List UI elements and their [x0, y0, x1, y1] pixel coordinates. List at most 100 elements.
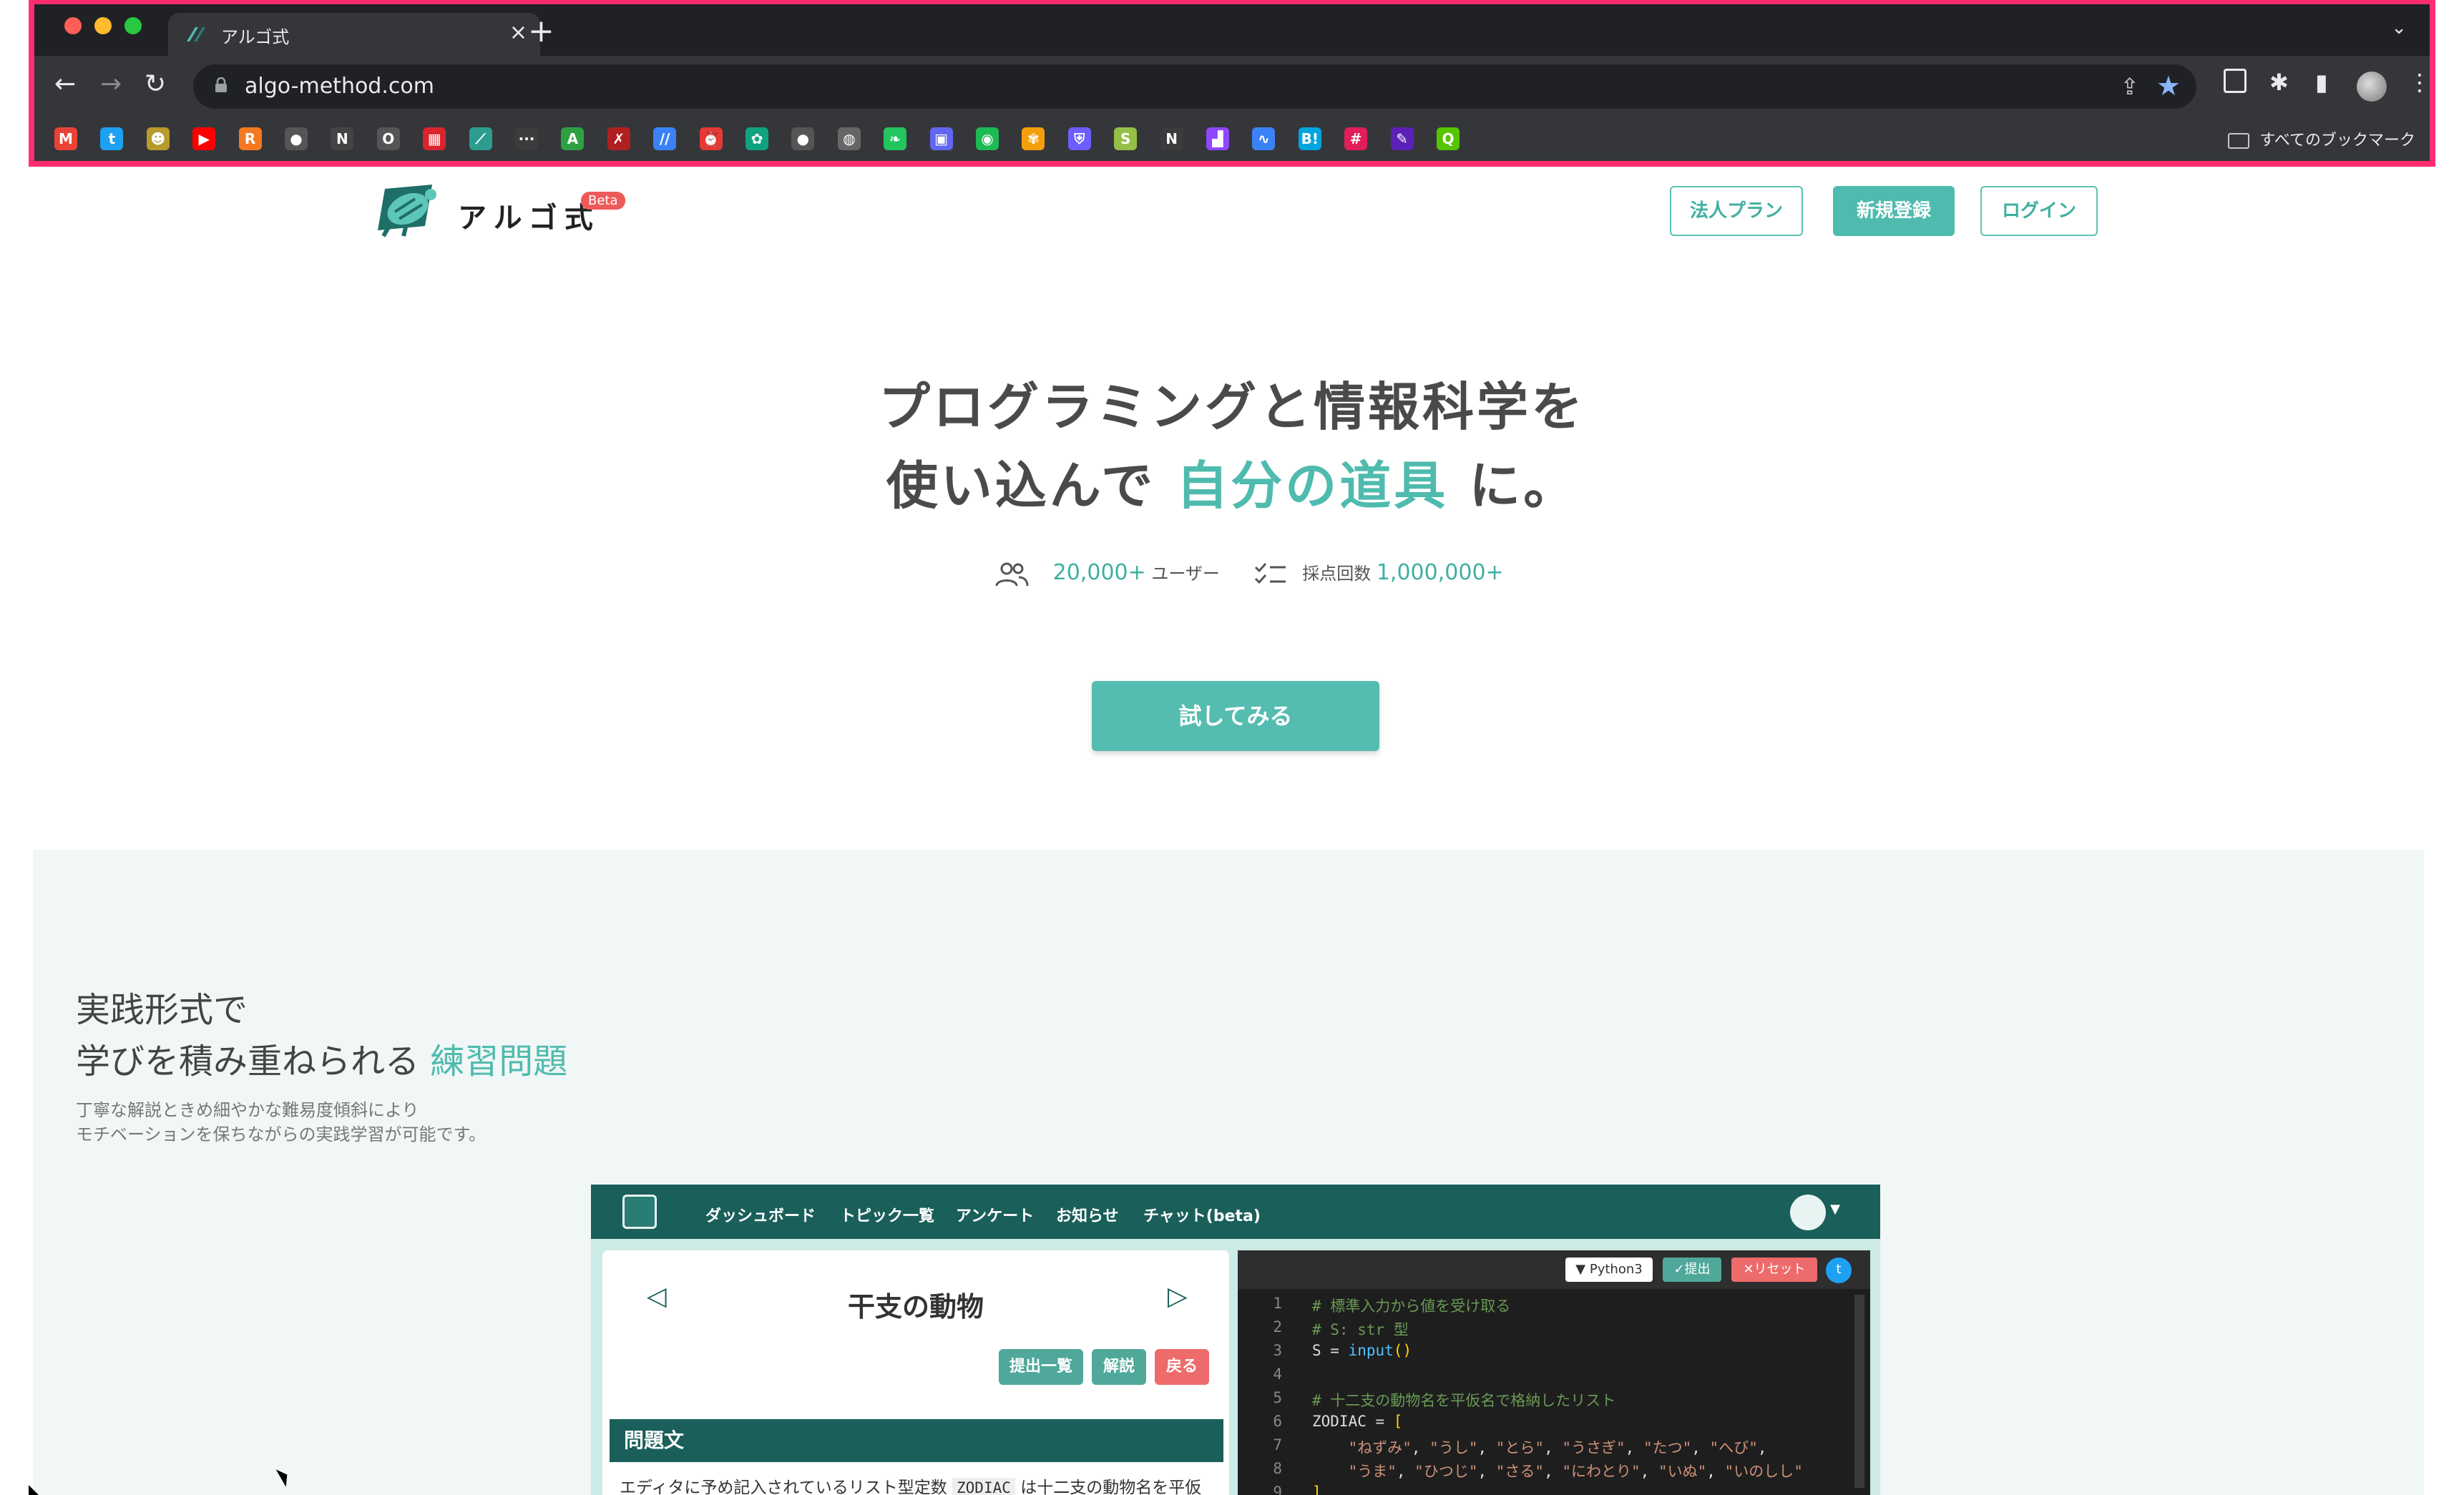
back-button: 戻る: [1155, 1349, 1209, 1385]
line-number: 4: [1273, 1366, 1282, 1383]
feature-heading-accent: 練習問題: [430, 1041, 568, 1082]
feature-heading-line2: 学びを積み重ねられる 練習問題: [76, 1033, 567, 1083]
globe-icon[interactable]: ◍: [837, 127, 861, 150]
beta-badge: Beta: [581, 192, 625, 210]
spotify-icon[interactable]: ◉: [976, 127, 999, 150]
o-icon[interactable]: O: [376, 127, 400, 150]
twitch-icon[interactable]: ▟: [1206, 127, 1229, 150]
feature-heading-line1: 実践形式で: [76, 990, 248, 1030]
code-line: "ねずみ", "うし", "とら", "うさぎ", "たつ", "へび",: [1348, 1439, 1767, 1456]
alarm-icon[interactable]: ⏰: [699, 127, 723, 150]
feature-description-line2: モチベーションを保ちながらの実践学習が可能です。: [76, 1124, 487, 1144]
turtle-logo-icon: [378, 185, 436, 237]
hero-line2-post: に。: [1469, 456, 1578, 516]
try-it-button[interactable]: 試してみる: [1092, 681, 1379, 751]
new-tab-button[interactable]: +: [528, 10, 554, 53]
editor-submit-button: ✓提出: [1663, 1258, 1721, 1282]
app-nav-chat: チャット(beta): [1143, 1207, 1261, 1225]
code-line: ]: [1312, 1484, 1321, 1495]
shopify-icon[interactable]: S: [1114, 127, 1138, 150]
code-line: "うま", "ひつじ", "さる", "にわとり", "いぬ", "いのしし": [1348, 1463, 1803, 1480]
x-icon[interactable]: ✗: [607, 127, 630, 150]
language-select: ▼ Python3: [1565, 1258, 1653, 1282]
line-number: 7: [1273, 1436, 1282, 1454]
github2-icon[interactable]: ●: [791, 127, 815, 150]
github-icon[interactable]: ●: [285, 127, 308, 150]
login-button[interactable]: ログイン: [1980, 186, 2098, 236]
close-window-button[interactable]: [64, 17, 82, 34]
tab-title: アルゴ式: [221, 27, 290, 47]
lock-icon: [215, 77, 227, 92]
extensions-icon[interactable]: ✱: [2269, 69, 2289, 96]
problem-statement-heading: 問題文: [610, 1419, 1223, 1462]
site-logo[interactable]: アルゴ式 Beta: [375, 182, 632, 239]
notion-icon[interactable]: N: [331, 127, 354, 150]
youtube-icon[interactable]: ▶: [192, 127, 216, 150]
tab-algo-method[interactable]: アルゴ式 ×: [168, 13, 540, 56]
bookmark-star-icon[interactable]: ★: [2156, 70, 2181, 102]
url-text: algo-method.com: [245, 74, 434, 99]
submissions-button: 提出一覧: [999, 1349, 1083, 1385]
users-label: ユーザー: [1151, 564, 1220, 584]
share-icon[interactable]: ⇪: [2120, 73, 2139, 100]
address-bar[interactable]: algo-method.com ⇪ ★: [193, 64, 2196, 109]
signup-button[interactable]: 新規登録: [1833, 186, 1955, 236]
slack-icon[interactable]: #: [1344, 127, 1368, 150]
profile-avatar[interactable]: [2357, 72, 2387, 102]
gmail-icon[interactable]: M: [54, 127, 77, 150]
problem-title: 干支の動物: [847, 1291, 984, 1323]
hero-accent-text: 自分の道具: [1176, 456, 1449, 516]
corporate-plan-button[interactable]: 法人プラン: [1670, 186, 1803, 236]
mascot-icon[interactable]: ☻: [146, 127, 170, 150]
side-panel-icon[interactable]: ▮: [2315, 69, 2328, 96]
app-nav-bar: ダッシュボード トピック一覧 アンケート お知らせ チャット(beta) ▼: [591, 1185, 1880, 1239]
browser-menu-icon[interactable]: ⋮: [2408, 69, 2431, 96]
users-count: 20,000+: [1052, 560, 1146, 585]
algo-favicon-icon: [187, 27, 205, 41]
algo-icon[interactable]: ⟋: [469, 127, 492, 150]
twitter-share-icon: t: [1826, 1258, 1852, 1283]
feature-heading-pre: 学びを積み重ねられる: [76, 1041, 420, 1082]
atcoder-icon[interactable]: A: [561, 127, 585, 150]
corner-decoration: [29, 1485, 39, 1495]
logo-text: アルゴ式: [458, 202, 600, 235]
chatgpt-icon[interactable]: ✿: [745, 127, 768, 150]
slash-icon[interactable]: //: [653, 127, 677, 150]
shield-icon[interactable]: ⛨: [1067, 127, 1091, 150]
explanation-button: 解説: [1092, 1349, 1146, 1385]
code-line: # S: str 型: [1312, 1321, 1409, 1338]
line-number: 3: [1273, 1342, 1282, 1359]
tab-close-icon[interactable]: ×: [509, 20, 527, 45]
line-number: 2: [1273, 1318, 1282, 1335]
problem-text-post: は十二支の動物名を平仮: [1020, 1479, 1202, 1495]
twitter-icon[interactable]: t: [100, 127, 124, 150]
problem-text-code: ZODIAC: [952, 1478, 1015, 1495]
wave-icon[interactable]: ∿: [1252, 127, 1276, 150]
forward-arrow-icon[interactable]: →: [100, 69, 122, 100]
n-icon[interactable]: N: [1160, 127, 1183, 150]
app-preview-screenshot: ダッシュボード トピック一覧 アンケート お知らせ チャット(beta) ▼ ◁…: [591, 1185, 1880, 1495]
bookmarks-bar: Mt ☻ ▶ R ● N O ▦ ⟋ ··· A ✗//⏰ ✿ ● ◍ ❧ ▣ ◉ ✾ ⛨ S N ▟ ∿ B! # ✎ Q すべての…: [34, 116, 2430, 162]
r-icon[interactable]: R: [238, 127, 262, 150]
line-number: 9: [1273, 1484, 1282, 1495]
zoom-window-button[interactable]: [124, 17, 142, 34]
cube-icon[interactable]: ▣: [929, 127, 953, 150]
leaf-icon[interactable]: ❧: [884, 127, 907, 150]
checklist-icon: [1254, 562, 1286, 584]
tab-search-chevron-icon[interactable]: ⌄: [2391, 17, 2407, 39]
news-icon[interactable]: ▦: [423, 127, 446, 150]
feather-icon[interactable]: ✎: [1390, 127, 1414, 150]
minimize-window-button[interactable]: [94, 17, 112, 34]
back-arrow-icon[interactable]: ←: [54, 69, 76, 100]
dots-icon[interactable]: ···: [515, 127, 538, 150]
app-user-avatar: [1790, 1195, 1826, 1230]
app-nav-news: お知らせ: [1056, 1207, 1119, 1225]
stats-row: 20,000+ ユーザー 採点回数 1,000,000+: [994, 559, 1504, 595]
flower-icon[interactable]: ✾: [1022, 127, 1045, 150]
reload-icon[interactable]: ↻: [145, 69, 166, 100]
app-nav-survey: アンケート: [956, 1207, 1035, 1225]
hatena-icon[interactable]: B!: [1298, 127, 1321, 150]
all-bookmarks-folder[interactable]: すべてのブックマーク: [2228, 127, 2415, 150]
qiita-icon[interactable]: Q: [1437, 127, 1460, 150]
tab-overview-icon[interactable]: [2224, 69, 2247, 93]
